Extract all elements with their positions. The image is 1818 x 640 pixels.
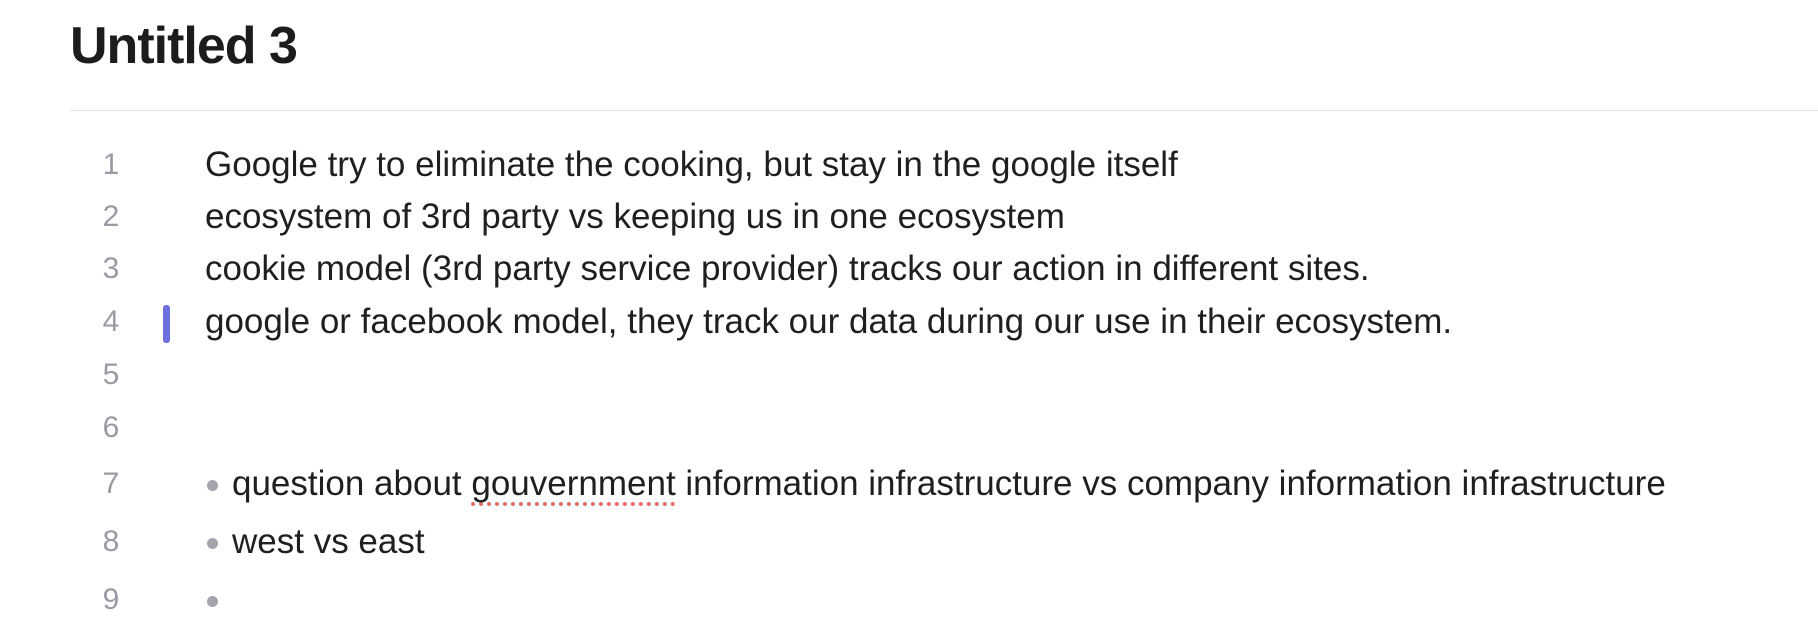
editor-line-3[interactable]: 3 cookie model (3rd party service provid… bbox=[0, 244, 1818, 294]
page-title[interactable]: Untitled 3 bbox=[70, 14, 298, 78]
line-number: 9 bbox=[102, 583, 120, 616]
line-text[interactable]: Google try to eliminate the cooking, but… bbox=[205, 140, 1178, 190]
line-number: 7 bbox=[102, 467, 120, 500]
bullet-icon bbox=[207, 480, 218, 491]
misspelled-word[interactable]: gouvernment bbox=[471, 464, 675, 503]
bullet-icon bbox=[207, 538, 218, 549]
editor-line-5[interactable]: 5 bbox=[0, 350, 1818, 400]
editor-line-2[interactable]: 2 ecosystem of 3rd party vs keeping us i… bbox=[0, 192, 1818, 242]
editor-line-6[interactable]: 6 bbox=[0, 403, 1818, 453]
active-line-indicator bbox=[163, 305, 170, 343]
editor-line-1[interactable]: 1 Google try to eliminate the cooking, b… bbox=[0, 140, 1818, 190]
line-number: 2 bbox=[102, 200, 120, 233]
title-divider bbox=[70, 110, 1818, 111]
line-number: 3 bbox=[102, 252, 120, 285]
bullet-text[interactable]: west vs east bbox=[232, 517, 425, 567]
editor-line-7[interactable]: 7 question about gouvernment information… bbox=[0, 459, 1818, 509]
text-segment: question about bbox=[232, 464, 472, 503]
bullet-icon bbox=[207, 596, 218, 607]
editor-line-9[interactable]: 9 bbox=[0, 575, 1818, 625]
line-number: 8 bbox=[102, 525, 120, 558]
line-number: 6 bbox=[102, 411, 120, 444]
editor-line-8[interactable]: 8 west vs east bbox=[0, 517, 1818, 567]
bullet-text[interactable]: question about gouvernment information i… bbox=[232, 459, 1666, 509]
editor-line-4[interactable]: 4 google or facebook model, they track o… bbox=[0, 297, 1818, 347]
line-number: 1 bbox=[102, 148, 120, 181]
line-text[interactable]: google or facebook model, they track our… bbox=[205, 297, 1452, 347]
editor-page: Untitled 3 1 Google try to eliminate the… bbox=[0, 0, 1818, 640]
line-text[interactable]: ecosystem of 3rd party vs keeping us in … bbox=[205, 192, 1065, 242]
line-text[interactable]: cookie model (3rd party service provider… bbox=[205, 244, 1370, 294]
line-number: 4 bbox=[102, 305, 120, 338]
line-number: 5 bbox=[102, 358, 120, 391]
text-segment: information infrastructure vs company in… bbox=[675, 464, 1666, 503]
